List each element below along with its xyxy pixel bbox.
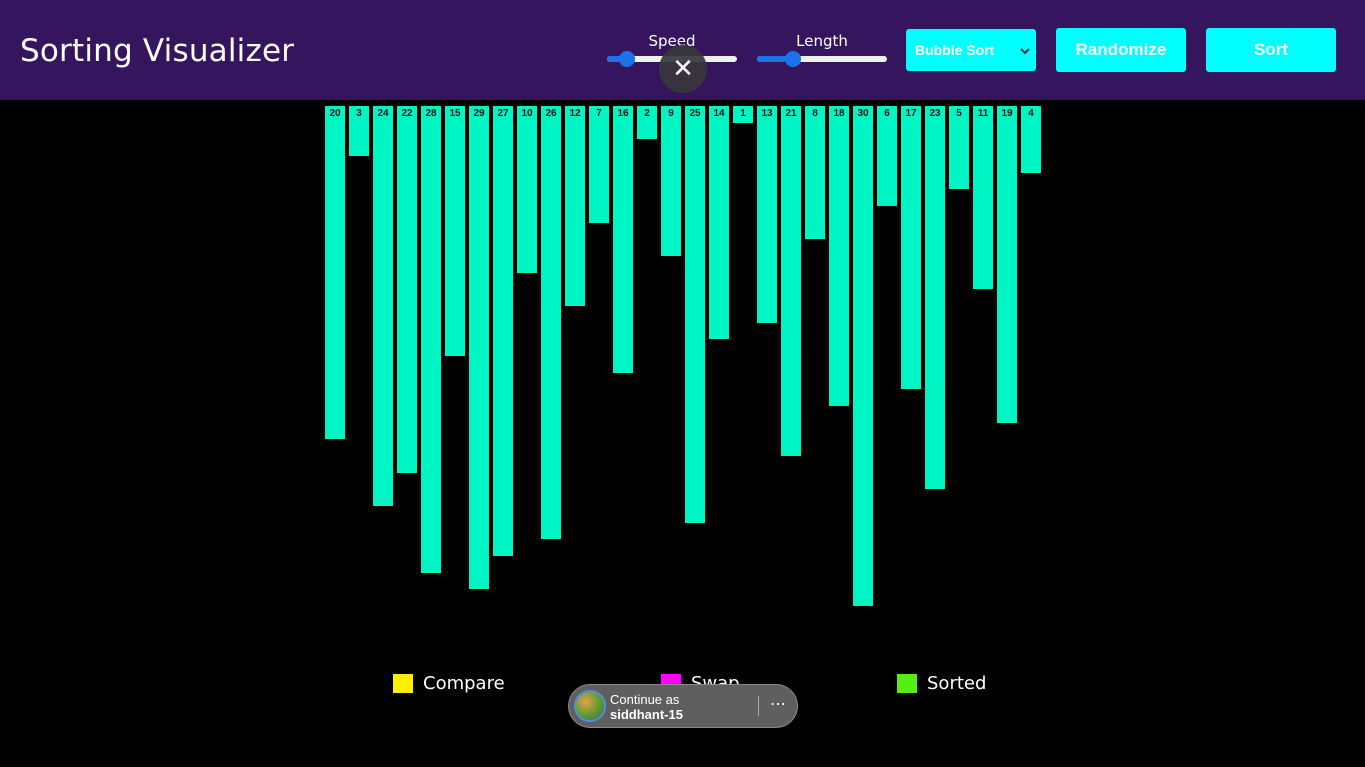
bar-8: 8: [805, 106, 825, 239]
bar-value-label: 13: [761, 108, 773, 119]
bar-21: 21: [781, 106, 801, 456]
more-options-icon[interactable]: ⋯: [765, 693, 791, 717]
bar-4: 4: [1021, 106, 1041, 173]
bar-7: 7: [589, 106, 609, 223]
bar-value-label: 20: [329, 108, 341, 119]
legend-sorted-swatch: [897, 674, 917, 693]
signin-prompt[interactable]: Continue as siddhant-15 ⋯: [568, 684, 798, 728]
bar-value-label: 12: [569, 108, 581, 119]
bar-5: 5: [949, 106, 969, 189]
bar-value-label: 3: [356, 108, 362, 119]
bar-value-label: 22: [401, 108, 413, 119]
bar-25: 25: [685, 106, 705, 523]
bar-value-label: 19: [1001, 108, 1013, 119]
divider: [758, 696, 759, 716]
legend-compare-label: Compare: [423, 673, 505, 694]
bar-value-label: 14: [713, 108, 725, 119]
bar-value-label: 2: [644, 108, 650, 119]
bar-value-label: 26: [545, 108, 557, 119]
bar-17: 17: [901, 106, 921, 389]
bar-value-label: 29: [473, 108, 485, 119]
bar-value-label: 7: [596, 108, 602, 119]
bar-23: 23: [925, 106, 945, 489]
bar-chart: 20 3 24 22 28 15 29 27 10 26 12 7 16 2 9 25 14 1 13 21 8 18 30…: [0, 0, 1365, 767]
bar-value-label: 24: [377, 108, 389, 119]
bar-value-label: 21: [785, 108, 797, 119]
bar-9: 9: [661, 106, 681, 256]
bar-12: 12: [565, 106, 585, 306]
legend-compare-swatch: [393, 674, 413, 693]
legend-sorted-label: Sorted: [927, 673, 987, 694]
bar-11: 11: [973, 106, 993, 289]
bar-24: 24: [373, 106, 393, 506]
bar-16: 16: [613, 106, 633, 373]
bar-1: 1: [733, 106, 753, 123]
bar-value-label: 23: [929, 108, 941, 119]
bar-19: 19: [997, 106, 1017, 423]
bar-value-label: 1: [740, 108, 746, 119]
avatar: [574, 690, 606, 722]
bar-value-label: 17: [905, 108, 917, 119]
bar-13: 13: [757, 106, 777, 323]
bar-14: 14: [709, 106, 729, 339]
bar-20: 20: [325, 106, 345, 439]
signin-username: siddhant-15: [610, 707, 683, 722]
bar-29: 29: [469, 106, 489, 589]
bar-10: 10: [517, 106, 537, 273]
bar-30: 30: [853, 106, 873, 606]
bar-value-label: 8: [812, 108, 818, 119]
bar-value-label: 9: [668, 108, 674, 119]
bar-value-label: 18: [833, 108, 845, 119]
bar-value-label: 6: [884, 108, 890, 119]
bar-18: 18: [829, 106, 849, 406]
bar-22: 22: [397, 106, 417, 473]
bar-6: 6: [877, 106, 897, 206]
bar-3: 3: [349, 106, 369, 156]
bar-value-label: 30: [857, 108, 869, 119]
bar-26: 26: [541, 106, 561, 539]
bar-value-label: 5: [956, 108, 962, 119]
bar-value-label: 25: [689, 108, 701, 119]
bar-28: 28: [421, 106, 441, 573]
signin-prompt-text: Continue as: [610, 692, 680, 707]
bar-15: 15: [445, 106, 465, 356]
bar-value-label: 10: [521, 108, 533, 119]
bar-value-label: 4: [1028, 108, 1034, 119]
bar-value-label: 16: [617, 108, 629, 119]
bar-value-label: 27: [497, 108, 509, 119]
bar-value-label: 15: [449, 108, 461, 119]
close-icon[interactable]: ✕: [659, 45, 707, 93]
bar-value-label: 11: [977, 108, 989, 119]
bar-value-label: 28: [425, 108, 437, 119]
bar-2: 2: [637, 106, 657, 139]
bar-27: 27: [493, 106, 513, 556]
